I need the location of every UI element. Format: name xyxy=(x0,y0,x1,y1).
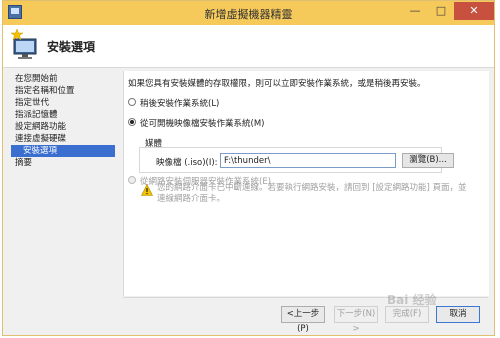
wizard-window: 新增虛擬機器精靈 — □ ✕ 安裝選項 在您開始前 指定名稱和位置 指定世代 指… xyxy=(2,0,495,336)
network-warning-text: 您的網路介面卡已中斷連線。若要執行網路安裝，請回到 [設定網路功能] 頁面，並連… xyxy=(157,183,467,204)
step-memory[interactable]: 指派記憶體 xyxy=(11,109,119,121)
step-virtual-disk[interactable]: 連接虛擬硬碟 xyxy=(11,133,119,145)
step-before-you-begin[interactable]: 在您開始前 xyxy=(11,73,119,85)
media-group: 映像檔 (.iso)(I): 瀏覽(B)... 媒體 xyxy=(139,137,454,175)
step-name-location[interactable]: 指定名稱和位置 xyxy=(11,85,119,97)
wizard-steps: 在您開始前 指定名稱和位置 指定世代 指派記憶體 設定網路功能 連接虛擬硬碟 安… xyxy=(11,73,119,169)
title-bar[interactable]: 新增虛擬機器精靈 — □ ✕ xyxy=(3,1,494,25)
minimize-button[interactable]: — xyxy=(402,2,428,20)
content-panel: 如果您具有安裝媒體的存取權限，則可以立即安裝作業系統，或是稍後再安裝。 稍後安裝… xyxy=(123,71,489,296)
wizard-header: 安裝選項 xyxy=(3,25,494,68)
browse-button[interactable]: 瀏覽(B)... xyxy=(402,153,454,168)
finish-button[interactable]: 完成(F) xyxy=(385,306,429,323)
media-group-box: 映像檔 (.iso)(I): 瀏覽(B)... xyxy=(139,147,454,173)
step-generation[interactable]: 指定世代 xyxy=(11,97,119,109)
radio-install-later[interactable] xyxy=(128,98,136,106)
image-file-label: 映像檔 (.iso)(I): xyxy=(156,158,218,168)
radio-install-from-image[interactable] xyxy=(128,118,136,126)
install-from-image-label[interactable]: 從可開機映像檔安裝作業系統(M) xyxy=(140,117,264,129)
radio-network-install[interactable] xyxy=(128,176,136,184)
step-networking[interactable]: 設定網路功能 xyxy=(11,121,119,133)
next-button[interactable]: 下一步(N) > xyxy=(334,306,378,334)
maximize-button[interactable]: □ xyxy=(428,2,454,20)
step-install-options[interactable]: 安裝選項 xyxy=(11,145,115,157)
warning-triangle-icon xyxy=(141,184,153,196)
monitor-star-icon xyxy=(11,29,37,59)
step-summary[interactable]: 摘要 xyxy=(11,157,119,169)
description-text: 如果您具有安裝媒體的存取權限，則可以立即安裝作業系統，或是稍後再安裝。 xyxy=(128,79,426,89)
page-title: 安裝選項 xyxy=(47,40,96,54)
media-group-label: 媒體 xyxy=(145,139,163,149)
back-button[interactable]: <上一步(P) xyxy=(281,306,325,334)
install-later-label[interactable]: 稍後安裝作業系統(L) xyxy=(140,97,219,109)
watermark: Bai 经验 xyxy=(387,293,437,307)
close-button[interactable]: ✕ xyxy=(454,2,494,20)
image-path-input[interactable] xyxy=(220,153,396,168)
cancel-button[interactable]: 取消 xyxy=(436,306,480,323)
